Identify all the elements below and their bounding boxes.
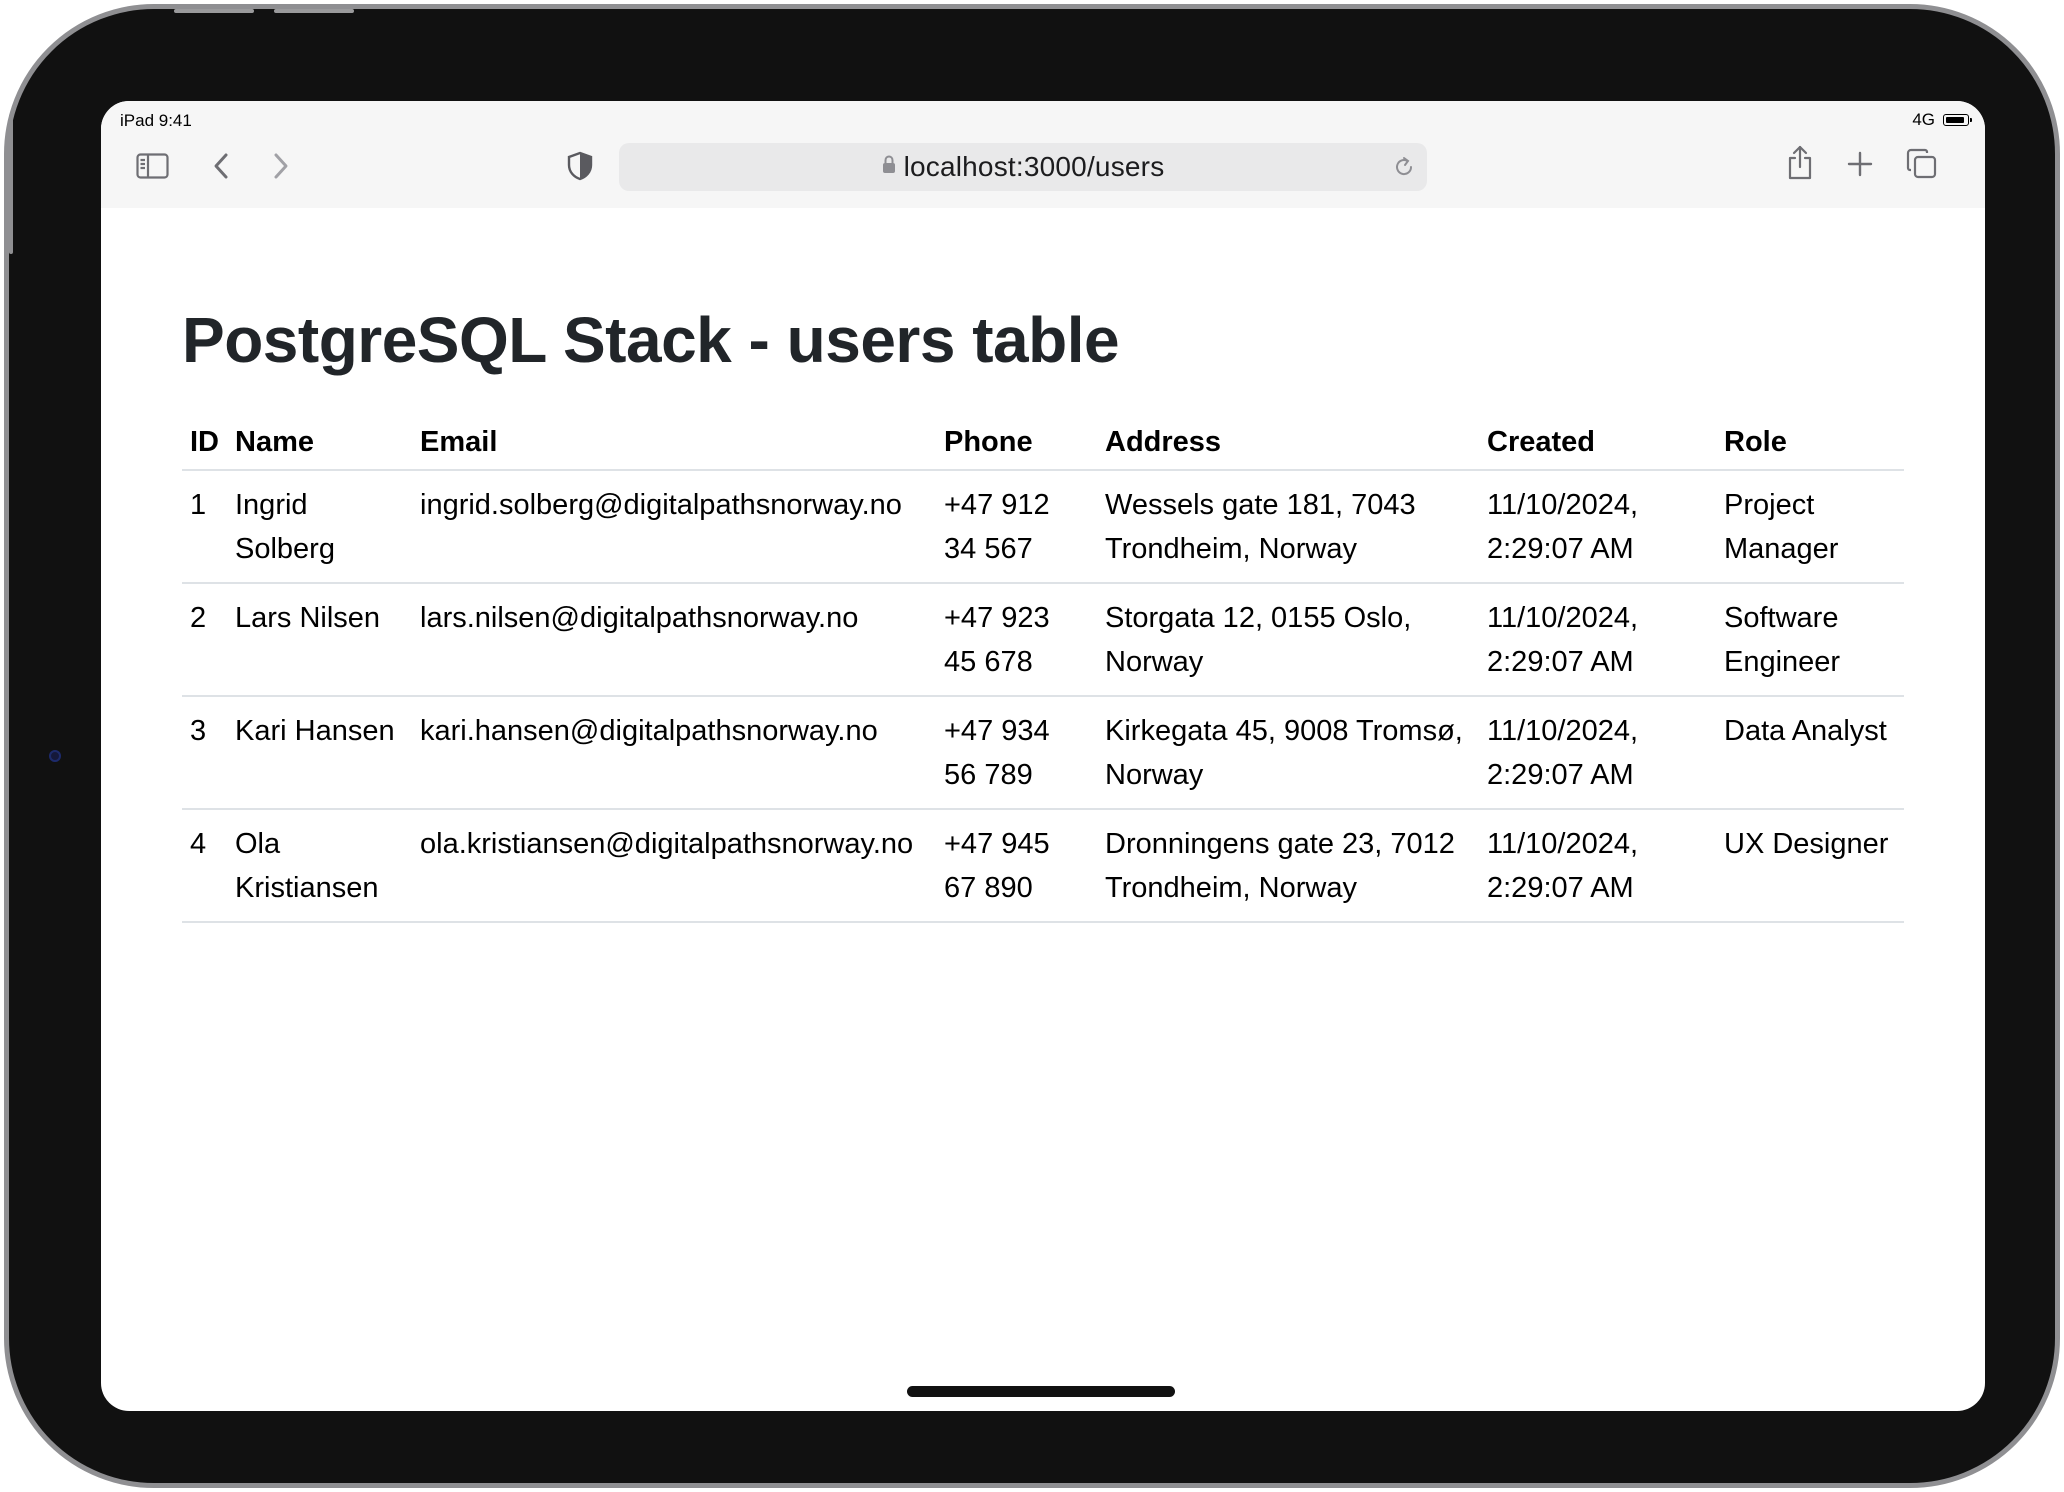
column-header-id: ID (182, 416, 227, 471)
cell-created: 11/10/2024, 2:29:07 AM (1479, 696, 1716, 810)
table-row: 3 Kari Hansen kari.hansen@digitalpathsno… (182, 696, 1904, 810)
tabs-overview-icon[interactable] (1904, 146, 1940, 182)
cell-created: 11/10/2024, 2:29:07 AM (1479, 809, 1716, 923)
cell-role: Software Engineer (1716, 583, 1904, 697)
reload-icon[interactable] (1391, 154, 1417, 180)
network-label: 4G (1912, 110, 1935, 129)
web-page: PostgreSQL Stack - users table ID Name E… (101, 208, 1985, 1411)
share-icon[interactable] (1784, 143, 1816, 183)
cell-phone: +47 945 67 890 (936, 809, 1097, 923)
top-button (274, 9, 354, 13)
table-header-row: ID Name Email Phone Address Created Role (182, 416, 1904, 471)
cell-role: Data Analyst (1716, 696, 1904, 810)
home-indicator[interactable] (907, 1386, 1175, 1397)
cell-email: ingrid.solberg@digitalpathsnorway.no (412, 470, 936, 584)
cell-address: Kirkegata 45, 9008 Tromsø, Norway (1097, 696, 1479, 810)
column-header-phone: Phone (936, 416, 1097, 471)
status-indicators: 4G (1912, 110, 1972, 130)
column-header-created: Created (1479, 416, 1716, 471)
column-header-email: Email (412, 416, 936, 471)
cell-address: Storgata 12, 0155 Oslo, Norway (1097, 583, 1479, 697)
cell-email: ola.kristiansen@digitalpathsnorway.no (412, 809, 936, 923)
cell-phone: +47 923 45 678 (936, 583, 1097, 697)
side-button (9, 114, 13, 254)
cell-created: 11/10/2024, 2:29:07 AM (1479, 583, 1716, 697)
cell-phone: +47 912 34 567 (936, 470, 1097, 584)
lock-icon (882, 154, 896, 180)
cell-address: Wessels gate 181, 7043 Trondheim, Norway (1097, 470, 1479, 584)
cell-role: Project Manager (1716, 470, 1904, 584)
url-text: localhost:3000/users (903, 151, 1165, 182)
status-time: iPad 9:41 (120, 111, 192, 130)
privacy-shield-icon[interactable] (563, 147, 597, 185)
column-header-role: Role (1716, 416, 1904, 471)
ipad-frame: iPad 9:41 4G localhost:3000/users Postgr… (4, 4, 2060, 1488)
table-row: 4 Ola Kristiansen ola.kristiansen@digita… (182, 809, 1904, 923)
cell-name: Kari Hansen (227, 696, 412, 810)
cell-name: Ingrid Solberg (227, 470, 412, 584)
browser-toolbar: iPad 9:41 4G localhost:3000/users (101, 101, 1985, 208)
cell-id: 1 (182, 470, 227, 584)
table-row: 1 Ingrid Solberg ingrid.solberg@digitalp… (182, 470, 1904, 584)
cell-id: 4 (182, 809, 227, 923)
users-table: ID Name Email Phone Address Created Role… (182, 416, 1904, 923)
screen: iPad 9:41 4G localhost:3000/users Postgr… (101, 101, 1985, 1411)
table-row: 2 Lars Nilsen lars.nilsen@digitalpathsno… (182, 583, 1904, 697)
front-camera (49, 750, 61, 762)
cell-email: lars.nilsen@digitalpathsnorway.no (412, 583, 936, 697)
back-icon[interactable] (207, 149, 235, 183)
cell-email: kari.hansen@digitalpathsnorway.no (412, 696, 936, 810)
cell-address: Dronningens gate 23, 7012 Trondheim, Nor… (1097, 809, 1479, 923)
forward-icon[interactable] (267, 149, 295, 183)
cell-id: 3 (182, 696, 227, 810)
cell-name: Ola Kristiansen (227, 809, 412, 923)
column-header-address: Address (1097, 416, 1479, 471)
column-header-name: Name (227, 416, 412, 471)
cell-created: 11/10/2024, 2:29:07 AM (1479, 470, 1716, 584)
address-bar[interactable]: localhost:3000/users (619, 143, 1427, 191)
battery-icon (1943, 114, 1972, 126)
cell-role: UX Designer (1716, 809, 1904, 923)
new-tab-icon[interactable] (1843, 147, 1877, 181)
cell-phone: +47 934 56 789 (936, 696, 1097, 810)
url-display: localhost:3000/users (619, 143, 1427, 191)
cell-id: 2 (182, 583, 227, 697)
cell-name: Lars Nilsen (227, 583, 412, 697)
sidebar-icon[interactable] (135, 149, 169, 183)
top-button (174, 9, 254, 13)
page-title: PostgreSQL Stack - users table (182, 304, 1120, 376)
